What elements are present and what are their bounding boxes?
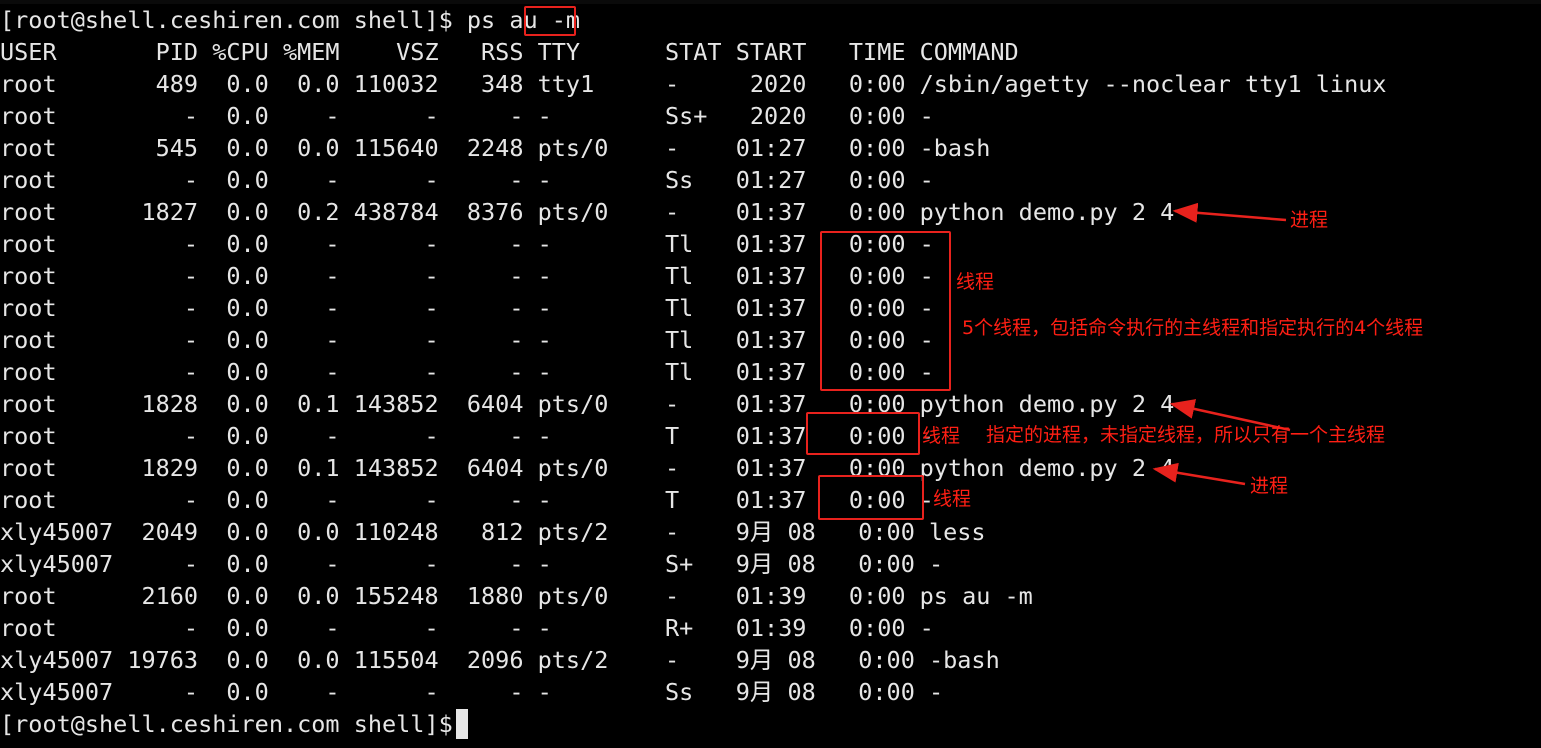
annotation-process-1829: 进程 <box>1250 475 1289 497</box>
annotation-thread-1829: 线程 <box>933 488 972 510</box>
annotation-threads-note: 5个线程，包括命令执行的主线程和指定执行的4个线程 <box>962 317 1424 339</box>
annotation-thread-1828: 线程 <box>922 425 961 447</box>
annotation-arrows <box>1152 202 1291 486</box>
annotation-process-1828-note: 指定的进程，未指定线程，所以只有一个主线程 <box>986 424 1386 446</box>
annotation-process-1827: 进程 <box>1290 209 1329 231</box>
annotation-threads-label: 线程 <box>956 271 995 293</box>
arrow-process-1827 <box>1172 202 1287 223</box>
arrow-process-1829 <box>1152 462 1246 486</box>
